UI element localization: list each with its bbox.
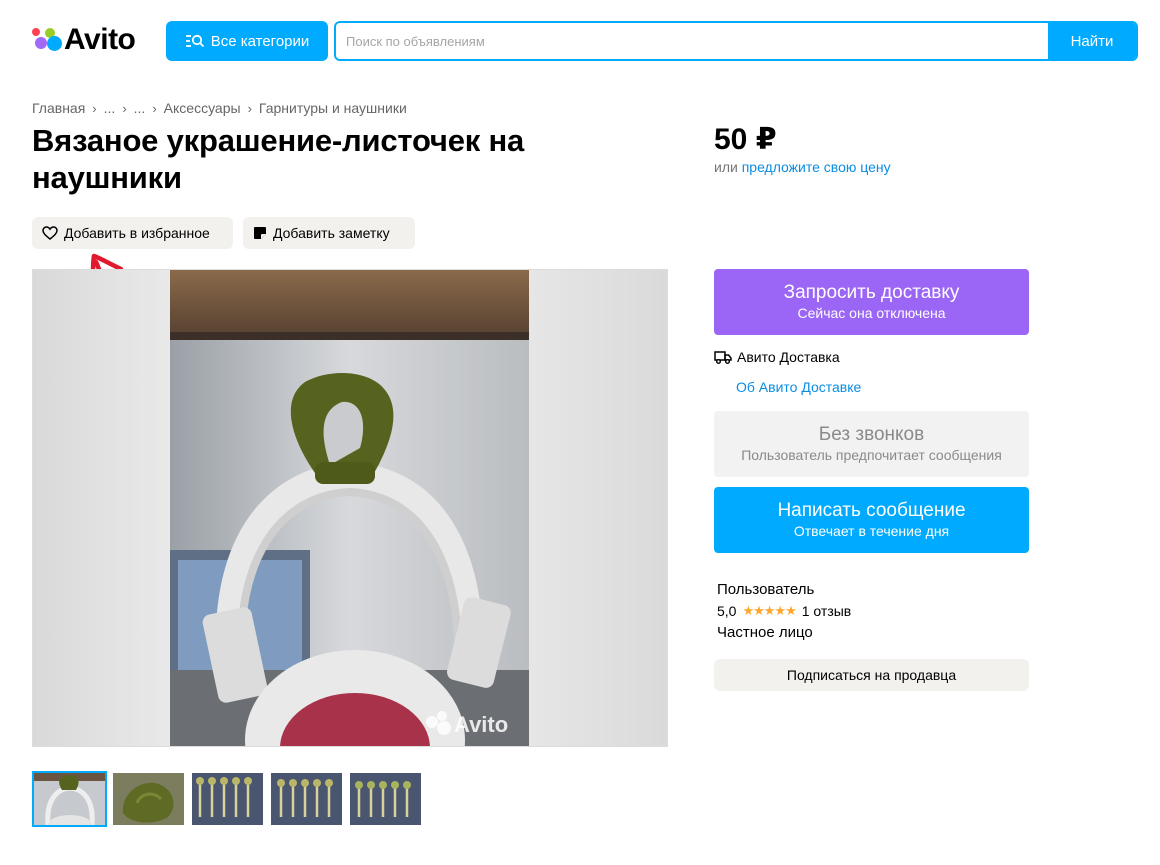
write-message-button[interactable]: Написать сообщение Отвечает в течение дн… (714, 487, 1029, 553)
request-delivery-subtitle: Сейчас она отключена (797, 305, 946, 321)
price-offer-prefix: или (714, 159, 738, 175)
subscribe-seller-button[interactable]: Подписаться на продавца (714, 659, 1029, 691)
search-input[interactable] (336, 23, 1050, 59)
breadcrumb-item-home[interactable]: Главная (32, 100, 85, 116)
about-delivery-link[interactable]: Об Авито Доставке (736, 379, 861, 395)
categories-search-icon (185, 34, 204, 48)
logo-dot-red-icon (32, 24, 62, 54)
write-message-subtitle: Отвечает в течение дня (793, 523, 950, 539)
heart-icon (42, 226, 58, 240)
request-delivery-title: Запросить доставку (783, 282, 960, 303)
no-calls-title: Без звонков (818, 424, 925, 445)
main-photo-gallery[interactable]: Avito (32, 269, 668, 747)
thumbnail-2[interactable] (111, 771, 186, 827)
main-photo: Avito (170, 270, 529, 746)
breadcrumb-separator-icon: › (247, 100, 252, 116)
reviews-link[interactable]: 1 отзыв (802, 603, 852, 619)
search-bar: Найти (334, 21, 1138, 61)
rating-value: 5,0 (717, 603, 737, 619)
truck-icon (714, 350, 732, 364)
rating-stars-icon: ★★★★★ (742, 603, 796, 618)
avito-delivery-info: Авито Доставка (714, 349, 840, 365)
request-delivery-button[interactable]: Запросить доставку Сейчас она отключена (714, 269, 1029, 335)
thumbnail-4[interactable] (269, 771, 344, 827)
avito-logo[interactable]: Avito (32, 23, 136, 56)
all-categories-label: Все категории (210, 32, 310, 50)
breadcrumb-item-collapsed-2[interactable]: ... (134, 100, 146, 116)
no-calls-subtitle: Пользователь предпочитает сообщения (741, 447, 1002, 463)
add-to-favorites-button[interactable]: Добавить в избранное (32, 217, 233, 249)
logo-text: Avito (64, 23, 136, 56)
photo-watermark: Avito (454, 712, 508, 737)
seller-type: Частное лицо (717, 624, 813, 641)
price-offer: или предложите свою цену (714, 159, 891, 175)
add-note-button[interactable]: Добавить заметку (243, 217, 415, 249)
breadcrumb-item-collapsed-1[interactable]: ... (104, 100, 116, 116)
breadcrumb-separator-icon: › (92, 100, 97, 116)
price: 50 ₽ (714, 123, 777, 156)
no-calls-button: Без звонков Пользователь предпочитает со… (714, 411, 1029, 477)
all-categories-button[interactable]: Все категории (166, 21, 328, 61)
add-note-label: Добавить заметку (273, 225, 390, 241)
thumbnail-5[interactable] (348, 771, 423, 827)
offer-price-link[interactable]: предложите свою цену (742, 159, 891, 175)
breadcrumb-item-accessories[interactable]: Аксессуары (164, 100, 241, 116)
breadcrumb-separator-icon: › (122, 100, 127, 116)
breadcrumb-separator-icon: › (152, 100, 157, 116)
seller-rating: 5,0 ★★★★★ 1 отзыв (717, 603, 851, 619)
write-message-title: Написать сообщение (777, 500, 966, 521)
add-to-favorites-label: Добавить в избранное (64, 225, 210, 241)
note-icon (254, 227, 266, 239)
breadcrumb: Главная › ... › ... › Аксессуары › Гарни… (32, 100, 407, 116)
thumbnail-1[interactable] (32, 771, 107, 827)
avito-delivery-label: Авито Доставка (737, 349, 840, 365)
thumbnail-strip (32, 771, 423, 827)
breadcrumb-item-headphones[interactable]: Гарнитуры и наушники (259, 100, 407, 116)
listing-title: Вязаное украшение-листочек на наушники (32, 123, 525, 195)
seller-name[interactable]: Пользователь (717, 581, 814, 598)
thumbnail-3[interactable] (190, 771, 265, 827)
search-button[interactable]: Найти (1048, 23, 1136, 59)
